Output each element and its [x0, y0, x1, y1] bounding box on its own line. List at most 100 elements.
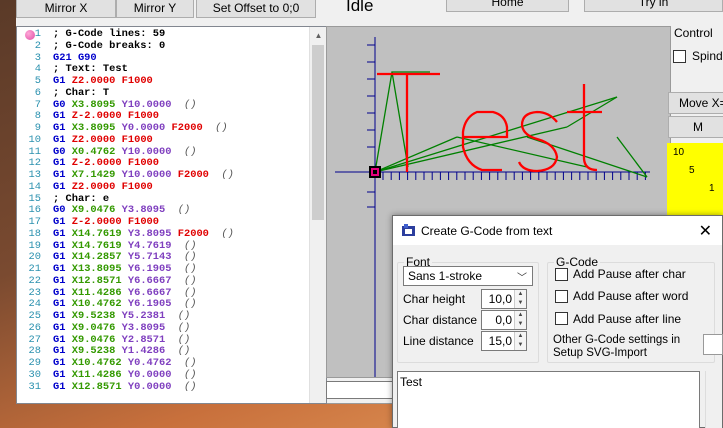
code-token: G1 [53, 251, 72, 264]
code-token: F1000 [121, 133, 153, 146]
pause-word-checkbox[interactable] [555, 290, 568, 303]
code-token: G1 [53, 380, 72, 393]
scroll-up-icon[interactable]: ▲ [310, 27, 326, 44]
code-token: G1 [53, 216, 72, 228]
line-number: 29 [28, 357, 41, 369]
code-token: Y6.6667 [127, 286, 184, 299]
code-token: () [177, 321, 191, 334]
code-token: () [177, 204, 191, 217]
line-text: G1 X12.8571 Y0.0000 () [43, 380, 197, 394]
code-token: G1 [53, 180, 72, 193]
code-token: Y10.0000 [121, 169, 178, 181]
pause-line-label: Add Pause after line [573, 312, 682, 326]
editor-scrollbar[interactable]: ▲ [309, 27, 326, 403]
code-token: F1000 [127, 216, 160, 228]
pause-char-label: Add Pause after char [573, 267, 686, 281]
code-token: ; Char: T [53, 86, 110, 99]
code-token: Y1.4286 [121, 345, 178, 358]
code-token: X9.0476 [71, 321, 122, 334]
text-scrollbar[interactable] [705, 371, 722, 428]
code-token: G1 [53, 298, 72, 311]
code-token: G1 [53, 133, 72, 146]
code-token: Y0.0000 [127, 380, 184, 393]
mouse-icon[interactable] [703, 334, 723, 355]
code-token: Z2.0000 [71, 133, 122, 146]
code-token: Y0.0000 [127, 368, 184, 381]
code-token: ; G-Code breaks: 0 [53, 39, 166, 52]
code-token: G1 [53, 227, 72, 240]
mirror-x-button[interactable]: Mirror X [16, 0, 116, 18]
close-icon[interactable]: ✕ [699, 221, 712, 241]
line-distance-stepper[interactable]: 15,0 ▲ ▼ [481, 331, 527, 351]
pause-line-checkbox[interactable] [555, 312, 568, 325]
move-x-button[interactable]: Move X= [668, 92, 723, 114]
control-label: Control [674, 26, 713, 40]
code-token: Y6.1905 [127, 298, 184, 311]
try-in-button[interactable]: Try in [584, 0, 723, 12]
origin-marker-core [373, 170, 377, 174]
code-token: () [221, 169, 234, 181]
code-token: F1000 [121, 75, 153, 87]
spindle-checkbox[interactable] [673, 50, 686, 63]
line-number: 1 [34, 28, 41, 40]
pause-char-checkbox[interactable] [555, 268, 568, 281]
code-token: () [183, 239, 197, 252]
code-token: G1 [53, 75, 72, 87]
code-token: Z2.0000 [71, 75, 122, 87]
code-token: ; G-Code lines: 59 [53, 28, 166, 40]
dialog-title: Create G-Code from text [421, 223, 553, 238]
code-token: G1 [53, 345, 72, 358]
code-token: () [183, 357, 197, 369]
updown-icon[interactable]: ▲ ▼ [514, 311, 526, 329]
char-height-stepper[interactable]: 10,0 ▲ ▼ [481, 289, 527, 309]
code-token: X3.8095 [71, 98, 122, 111]
code-token: ; Text: Test [53, 63, 128, 76]
code-token: G1 [53, 321, 72, 334]
code-token: G1 [53, 333, 72, 346]
code-token: X10.4762 [71, 298, 128, 311]
code-token: X9.5238 [71, 310, 122, 322]
pause-word-label: Add Pause after word [573, 289, 689, 303]
home-button[interactable]: Home [446, 0, 569, 12]
code-token: X9.0476 [71, 333, 122, 346]
code-token: X11.4286 [71, 286, 128, 299]
code-token: G1 [53, 110, 72, 123]
scale-5-label: 5 [689, 165, 695, 176]
set-offset-button[interactable]: Set Offset to 0;0 [196, 0, 316, 18]
font-select[interactable]: Sans 1-stroke ﹀ [403, 266, 533, 286]
scroll-thumb[interactable] [312, 45, 324, 220]
gcode-editor[interactable]: 1; G-Code lines: 59 2; G-Code breaks: 03G… [16, 26, 327, 404]
font-select-value: Sans 1-stroke [408, 269, 483, 283]
code-token: X0.4762 [71, 145, 122, 158]
m-button[interactable]: M [668, 116, 723, 138]
code-token: G1 [53, 239, 72, 252]
updown-icon[interactable]: ▲ ▼ [514, 290, 526, 308]
code-token: () [183, 286, 197, 299]
travel-path [374, 71, 648, 178]
char-distance-stepper[interactable]: 0,0 ▲ ▼ [481, 310, 527, 330]
code-line[interactable]: 31 G1 X12.8571 Y0.0000 () [17, 380, 309, 394]
dialog-titlebar[interactable]: Create G-Code from text ✕ [393, 216, 722, 245]
code-token: X11.4286 [71, 368, 128, 381]
code-token: Z-2.0000 [71, 157, 128, 170]
other-settings-line2: Setup SVG-Import [553, 347, 647, 359]
char-height-label: Char height [403, 292, 466, 306]
code-token: G0 [53, 204, 72, 217]
code-token: () [183, 274, 197, 287]
code-token: G0 [53, 145, 72, 158]
code-token: G1 [53, 157, 72, 170]
char-distance-value: 0,0 [495, 313, 512, 327]
app-icon [402, 224, 415, 236]
code-token: F1000 [121, 180, 153, 193]
code-token: () [183, 380, 197, 393]
scale-1-label: 1 [709, 183, 715, 194]
code-token: G21 G90 [53, 51, 97, 64]
updown-icon[interactable]: ▲ ▼ [514, 332, 526, 350]
line-number: 6 [34, 86, 41, 99]
mirror-y-button[interactable]: Mirror Y [116, 0, 194, 18]
code-token: G1 [53, 169, 72, 181]
code-token: F2000 [177, 227, 222, 240]
code-token: X10.4762 [71, 357, 128, 369]
code-token: Y2.8571 [121, 333, 178, 346]
text-input[interactable]: Test [397, 371, 700, 428]
